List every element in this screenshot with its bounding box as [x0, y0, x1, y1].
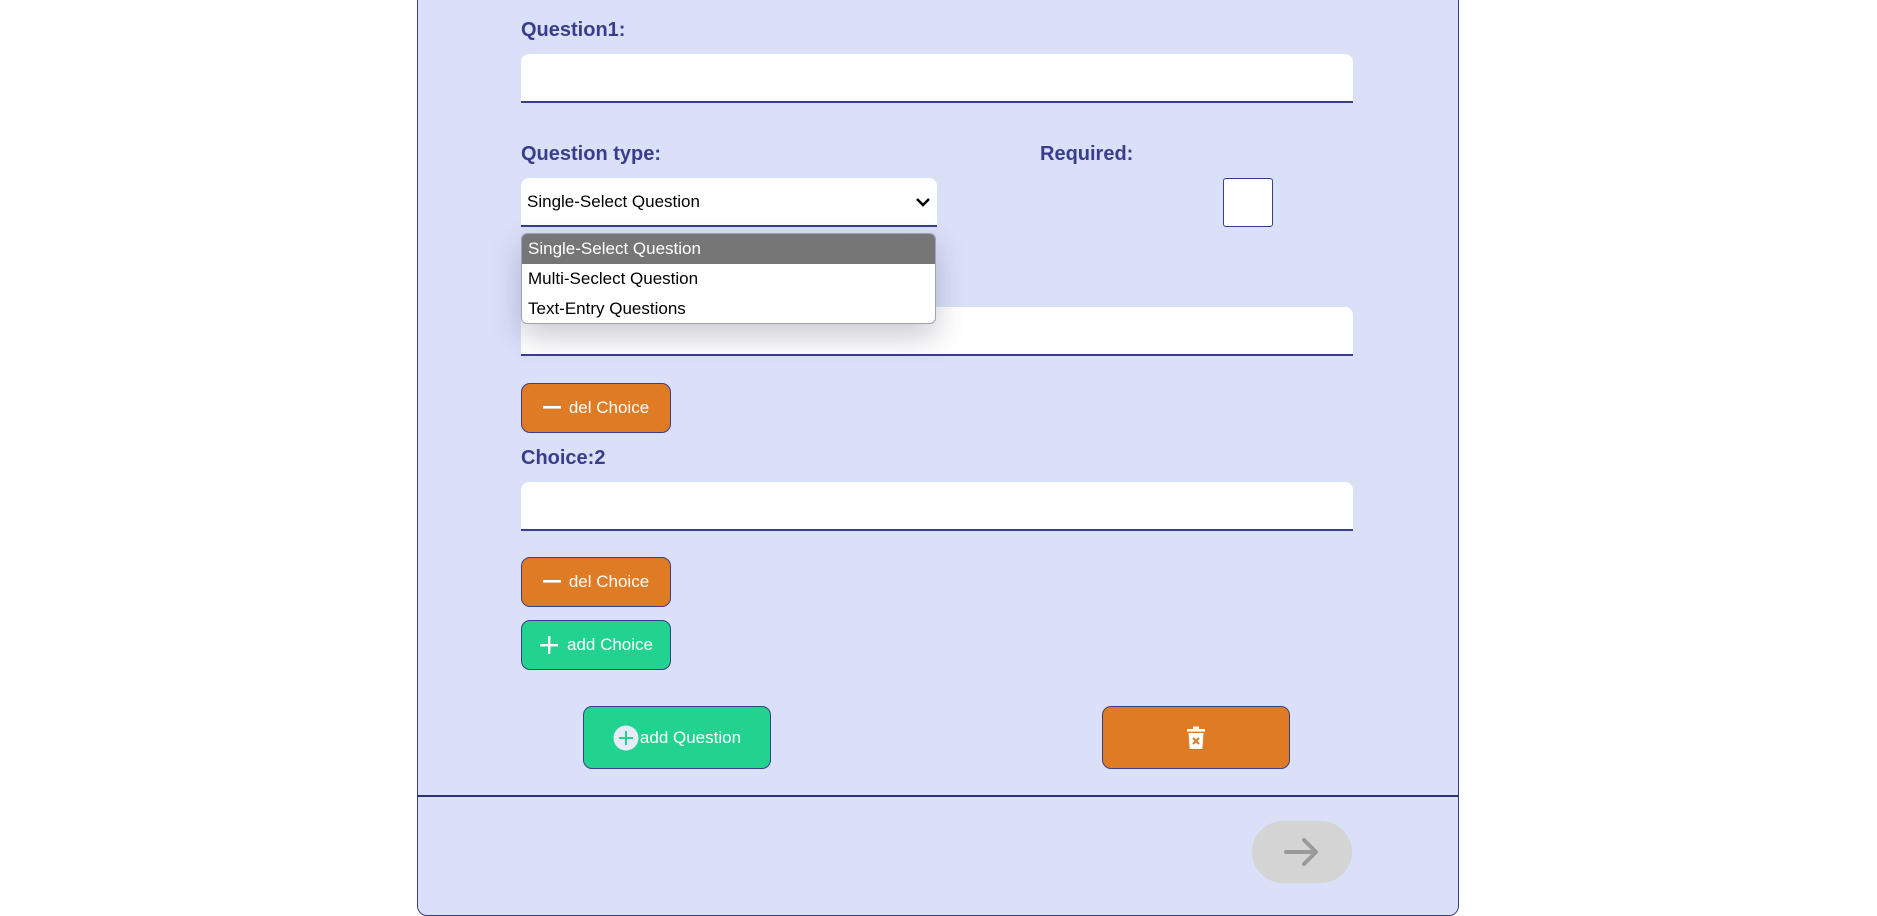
choice-2-label: Choice:2: [521, 447, 606, 469]
question-label: Question1:: [521, 19, 626, 41]
question-type-selected: Single-Select Question: [527, 192, 700, 211]
question-type-dropdown: Single-Select Question Multi-Seclect Que…: [521, 233, 936, 324]
delete-question-button[interactable]: [1102, 706, 1290, 769]
minus-icon: [542, 580, 561, 583]
question-type-label: Question type:: [521, 143, 662, 165]
option-text-entry[interactable]: Text-Entry Questions: [522, 294, 935, 323]
del-choice-2-button[interactable]: del Choice: [521, 557, 671, 607]
plus-icon: [539, 636, 558, 654]
del-choice-2-label: del Choice: [568, 572, 650, 591]
question-input[interactable]: [521, 54, 1353, 103]
question-type-select[interactable]: Single-Select Question: [521, 178, 937, 227]
option-multi-select[interactable]: Multi-Seclect Question: [522, 264, 935, 294]
next-button[interactable]: [1252, 821, 1352, 883]
add-question-button[interactable]: add Question: [583, 706, 771, 769]
plus-circle-icon: [613, 725, 639, 750]
chevron-down-icon: [916, 198, 930, 207]
required-label: Required:: [1040, 143, 1134, 165]
del-choice-1-button[interactable]: del Choice: [521, 383, 671, 433]
required-checkbox[interactable]: [1223, 178, 1273, 227]
choice-2-input[interactable]: [521, 482, 1353, 531]
trash-icon: [1187, 726, 1205, 749]
arrow-right-icon: [1284, 838, 1318, 866]
add-question-label: add Question: [639, 727, 742, 747]
del-choice-1-label: del Choice: [568, 398, 650, 417]
option-single-select[interactable]: Single-Select Question: [522, 234, 935, 264]
footer-divider: [417, 795, 1459, 797]
add-choice-label: add Choice: [566, 635, 653, 654]
minus-icon: [542, 406, 561, 409]
add-choice-button[interactable]: add Choice: [521, 620, 671, 670]
